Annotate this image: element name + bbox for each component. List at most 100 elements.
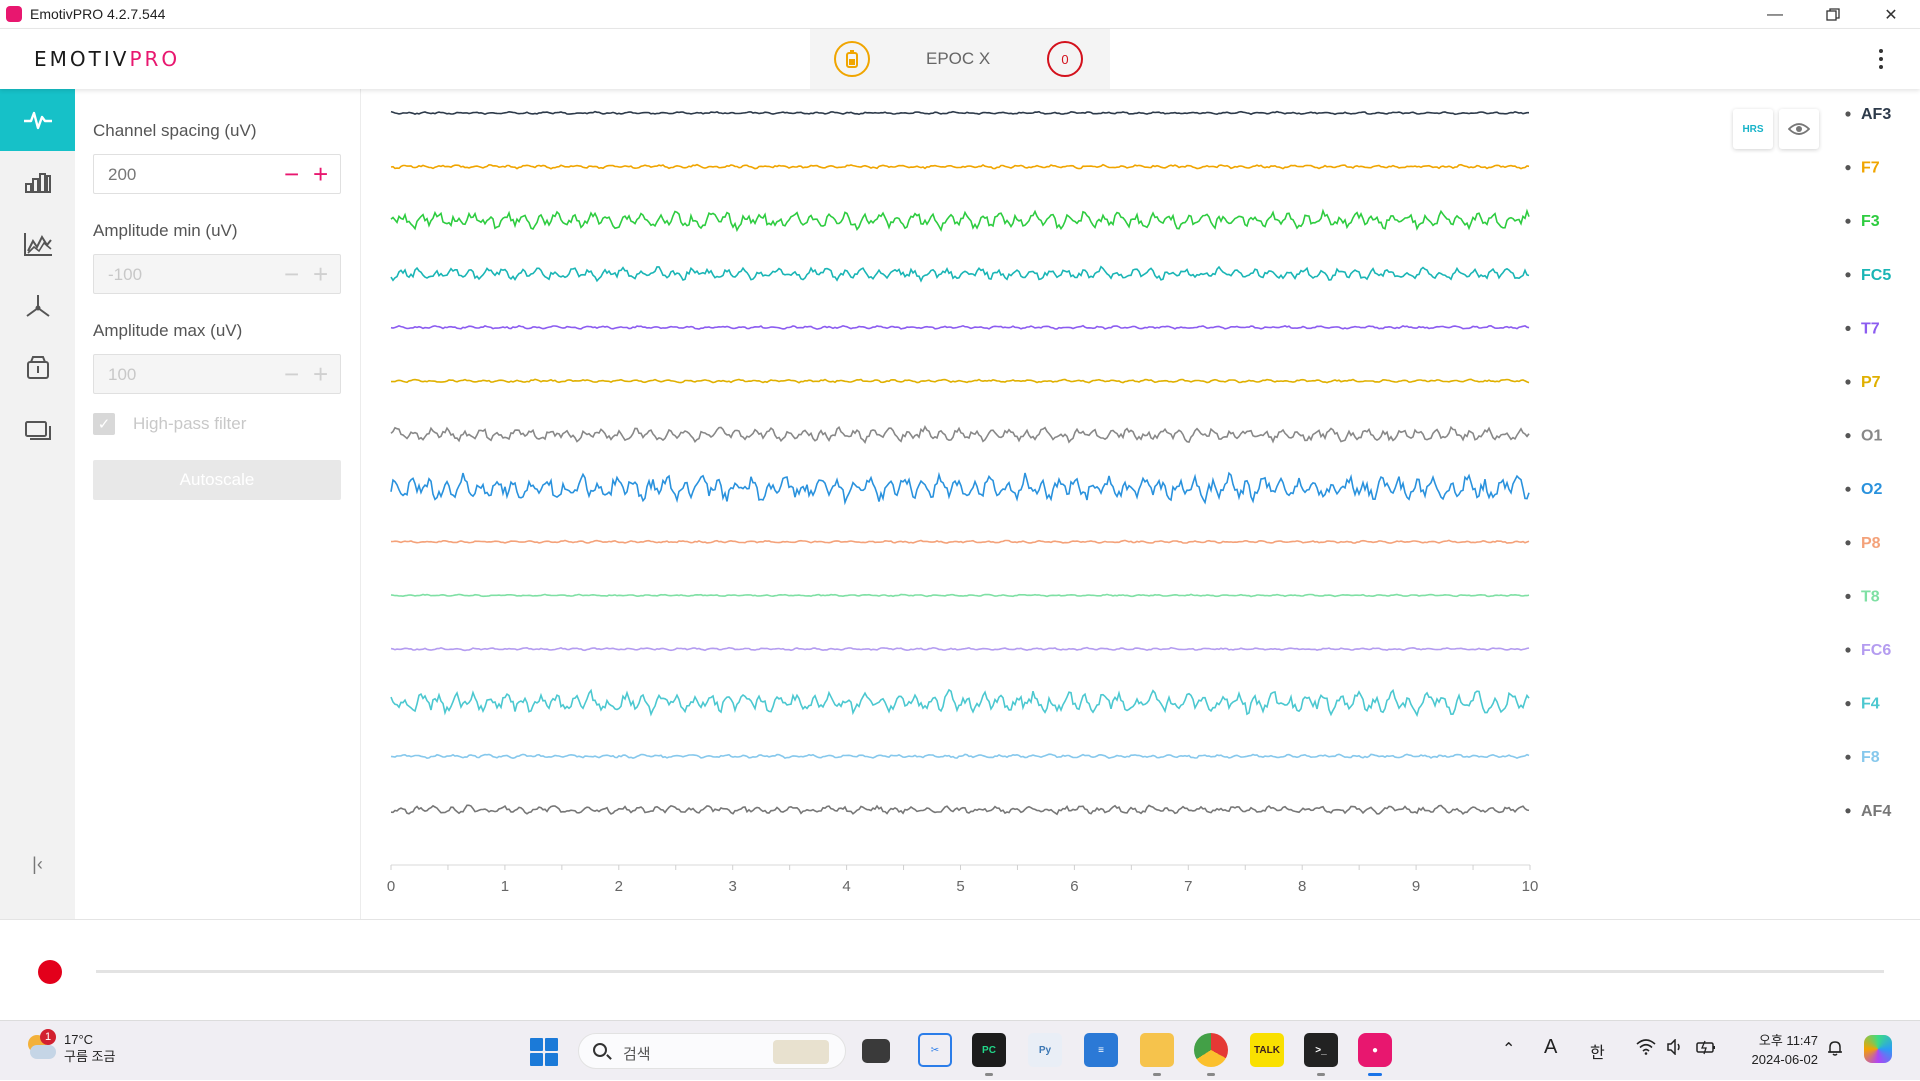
nav-band-power[interactable] [0, 151, 75, 213]
restore-button[interactable] [1804, 0, 1862, 29]
x-tick-label: 9 [1412, 878, 1420, 895]
eeg-trace-af4 [390, 804, 1530, 816]
window-title: EmotivPRO 4.2.7.544 [30, 6, 166, 22]
amplitude-min-stepper[interactable]: -100 − + [93, 254, 341, 294]
nav-recordings[interactable] [0, 337, 75, 399]
amplitude-min-decrease-button[interactable]: − [284, 259, 299, 289]
eeg-trace-o2 [390, 471, 1530, 506]
channel-label-af3[interactable]: AF3 [1861, 106, 1891, 123]
emotiv-app-icon [6, 6, 22, 22]
channel-label-f3[interactable]: F3 [1861, 213, 1880, 230]
x-tick-label: 0 [387, 878, 395, 895]
channel-spacing-increase-button[interactable]: + [313, 159, 328, 189]
channel-spacing-stepper[interactable]: 200 − + [93, 154, 341, 194]
x-tick-label: 4 [842, 878, 850, 895]
volume-icon[interactable] [1666, 1038, 1684, 1060]
channel-label-t7[interactable]: T7 [1861, 320, 1880, 337]
highpass-filter-row[interactable]: ✓ High-pass filter [93, 413, 246, 435]
eeg-trace-af3 [390, 110, 1529, 116]
minimize-button[interactable]: — [1746, 0, 1804, 29]
screens-icon [24, 421, 51, 440]
close-button[interactable]: ✕ [1862, 0, 1920, 29]
notification-bell-icon[interactable] [1826, 1039, 1844, 1062]
eeg-trace-p8 [390, 539, 1530, 544]
channel-dot-fc5 [1845, 272, 1851, 278]
eeg-trace-f3 [390, 208, 1530, 233]
recording-timeline[interactable] [96, 970, 1884, 973]
channel-label-f4[interactable]: F4 [1861, 696, 1880, 713]
channel-dot-t8 [1845, 593, 1851, 599]
channel-label-p8[interactable]: P8 [1861, 535, 1881, 552]
ime-korean-indicator[interactable]: 한 [1590, 1039, 1605, 1063]
taskbar-clock[interactable]: 오후 11:47 2024-06-02 [1736, 1031, 1819, 1069]
amplitude-max-decrease-button[interactable]: − [284, 359, 299, 389]
nav-motion[interactable] [0, 275, 75, 337]
amplitude-min-value[interactable]: -100 [108, 265, 142, 285]
nav-performance-metrics[interactable] [0, 213, 75, 275]
app-header: EMOTIVPRO EPOC X 0 [0, 29, 1920, 89]
nav-rail: |‹ [0, 89, 75, 919]
visibility-toggle-button[interactable] [1779, 109, 1819, 149]
eeg-trace-t7 [390, 324, 1530, 330]
wifi-icon[interactable] [1636, 1039, 1656, 1060]
x-tick-label: 8 [1298, 878, 1306, 895]
amplitude-max-stepper[interactable]: 100 − + [93, 354, 341, 394]
collapse-panel-icon[interactable]: |‹ [0, 854, 75, 875]
channel-label-t8[interactable]: T8 [1861, 588, 1880, 605]
channel-dot-af3 [1845, 111, 1851, 117]
headset-status[interactable]: EPOC X 0 [810, 29, 1110, 89]
channel-label-fc6[interactable]: FC6 [1861, 642, 1891, 659]
x-tick-label: 1 [501, 878, 509, 895]
bar-chart-icon [24, 173, 51, 193]
channel-dot-p8 [1845, 540, 1851, 546]
nav-raw-data[interactable] [0, 89, 75, 151]
amplitude-max-value[interactable]: 100 [108, 365, 136, 385]
channel-label-f8[interactable]: F8 [1861, 749, 1880, 766]
autoscale-button[interactable]: Autoscale [93, 460, 341, 500]
channel-dot-fc6 [1845, 647, 1851, 653]
x-tick-label: 2 [615, 878, 623, 895]
ime-a-indicator[interactable]: A [1544, 1036, 1557, 1059]
eeg-trace-f7 [390, 163, 1530, 170]
channel-dot-f8 [1845, 754, 1851, 760]
channel-spacing-decrease-button[interactable]: − [284, 159, 299, 189]
channel-dot-f7 [1845, 165, 1851, 171]
window-controls: — ✕ [1746, 0, 1920, 29]
channel-spacing-label: Channel spacing (uV) [93, 121, 257, 140]
eeg-trace-fc5 [390, 265, 1530, 283]
eeg-trace-fc6 [390, 646, 1530, 652]
battery-charging-icon[interactable] [1696, 1039, 1718, 1060]
eeg-chart-svg: AF3 F7 F3 FC5 T7 P7 O1 O2 P8 T8 FC6 F4 F8 AF4 0 1 2 3 4 5 6 7… [387, 106, 1892, 895]
channel-label-p7[interactable]: P7 [1861, 374, 1881, 391]
channel-label-af4[interactable]: AF4 [1861, 803, 1891, 820]
channel-dot-f4 [1845, 701, 1851, 707]
amplitude-min-increase-button[interactable]: + [313, 259, 328, 289]
channel-label-f7[interactable]: F7 [1861, 160, 1880, 177]
copilot-icon[interactable] [1864, 1035, 1892, 1063]
eeg-trace-f4 [390, 688, 1530, 718]
amplitude-max-increase-button[interactable]: + [313, 359, 328, 389]
eeg-trace-o1 [390, 425, 1530, 444]
highpass-filter-checkbox[interactable]: ✓ [93, 413, 115, 435]
tray-overflow-chevron-icon[interactable]: ⌃ [1502, 1039, 1515, 1059]
channel-dot-p7 [1845, 379, 1851, 385]
highpass-filter-label: High-pass filter [133, 414, 247, 433]
x-tick-label: 3 [729, 878, 737, 895]
clock-time: 오후 11:47 [1758, 1033, 1818, 1048]
channel-label-fc5[interactable]: FC5 [1861, 267, 1891, 284]
headset-name: EPOC X [926, 49, 991, 68]
nav-devices[interactable] [0, 399, 75, 461]
contact-quality-badge: 0 [1047, 41, 1083, 77]
window-titlebar: EmotivPRO 4.2.7.544 — ✕ [0, 0, 1920, 29]
hrs-toggle-button[interactable]: HRS [1733, 109, 1773, 149]
channel-label-o1[interactable]: O1 [1861, 428, 1882, 445]
channel-spacing-value[interactable]: 200 [108, 165, 136, 185]
battery-icon [834, 41, 870, 77]
restore-icon [1826, 7, 1840, 21]
channel-dot-t7 [1845, 325, 1851, 331]
archive-icon [26, 356, 49, 379]
channel-dot-af4 [1845, 808, 1851, 814]
channel-label-o2[interactable]: O2 [1861, 481, 1882, 498]
more-menu-icon[interactable] [1878, 49, 1884, 69]
record-button[interactable] [38, 960, 62, 984]
